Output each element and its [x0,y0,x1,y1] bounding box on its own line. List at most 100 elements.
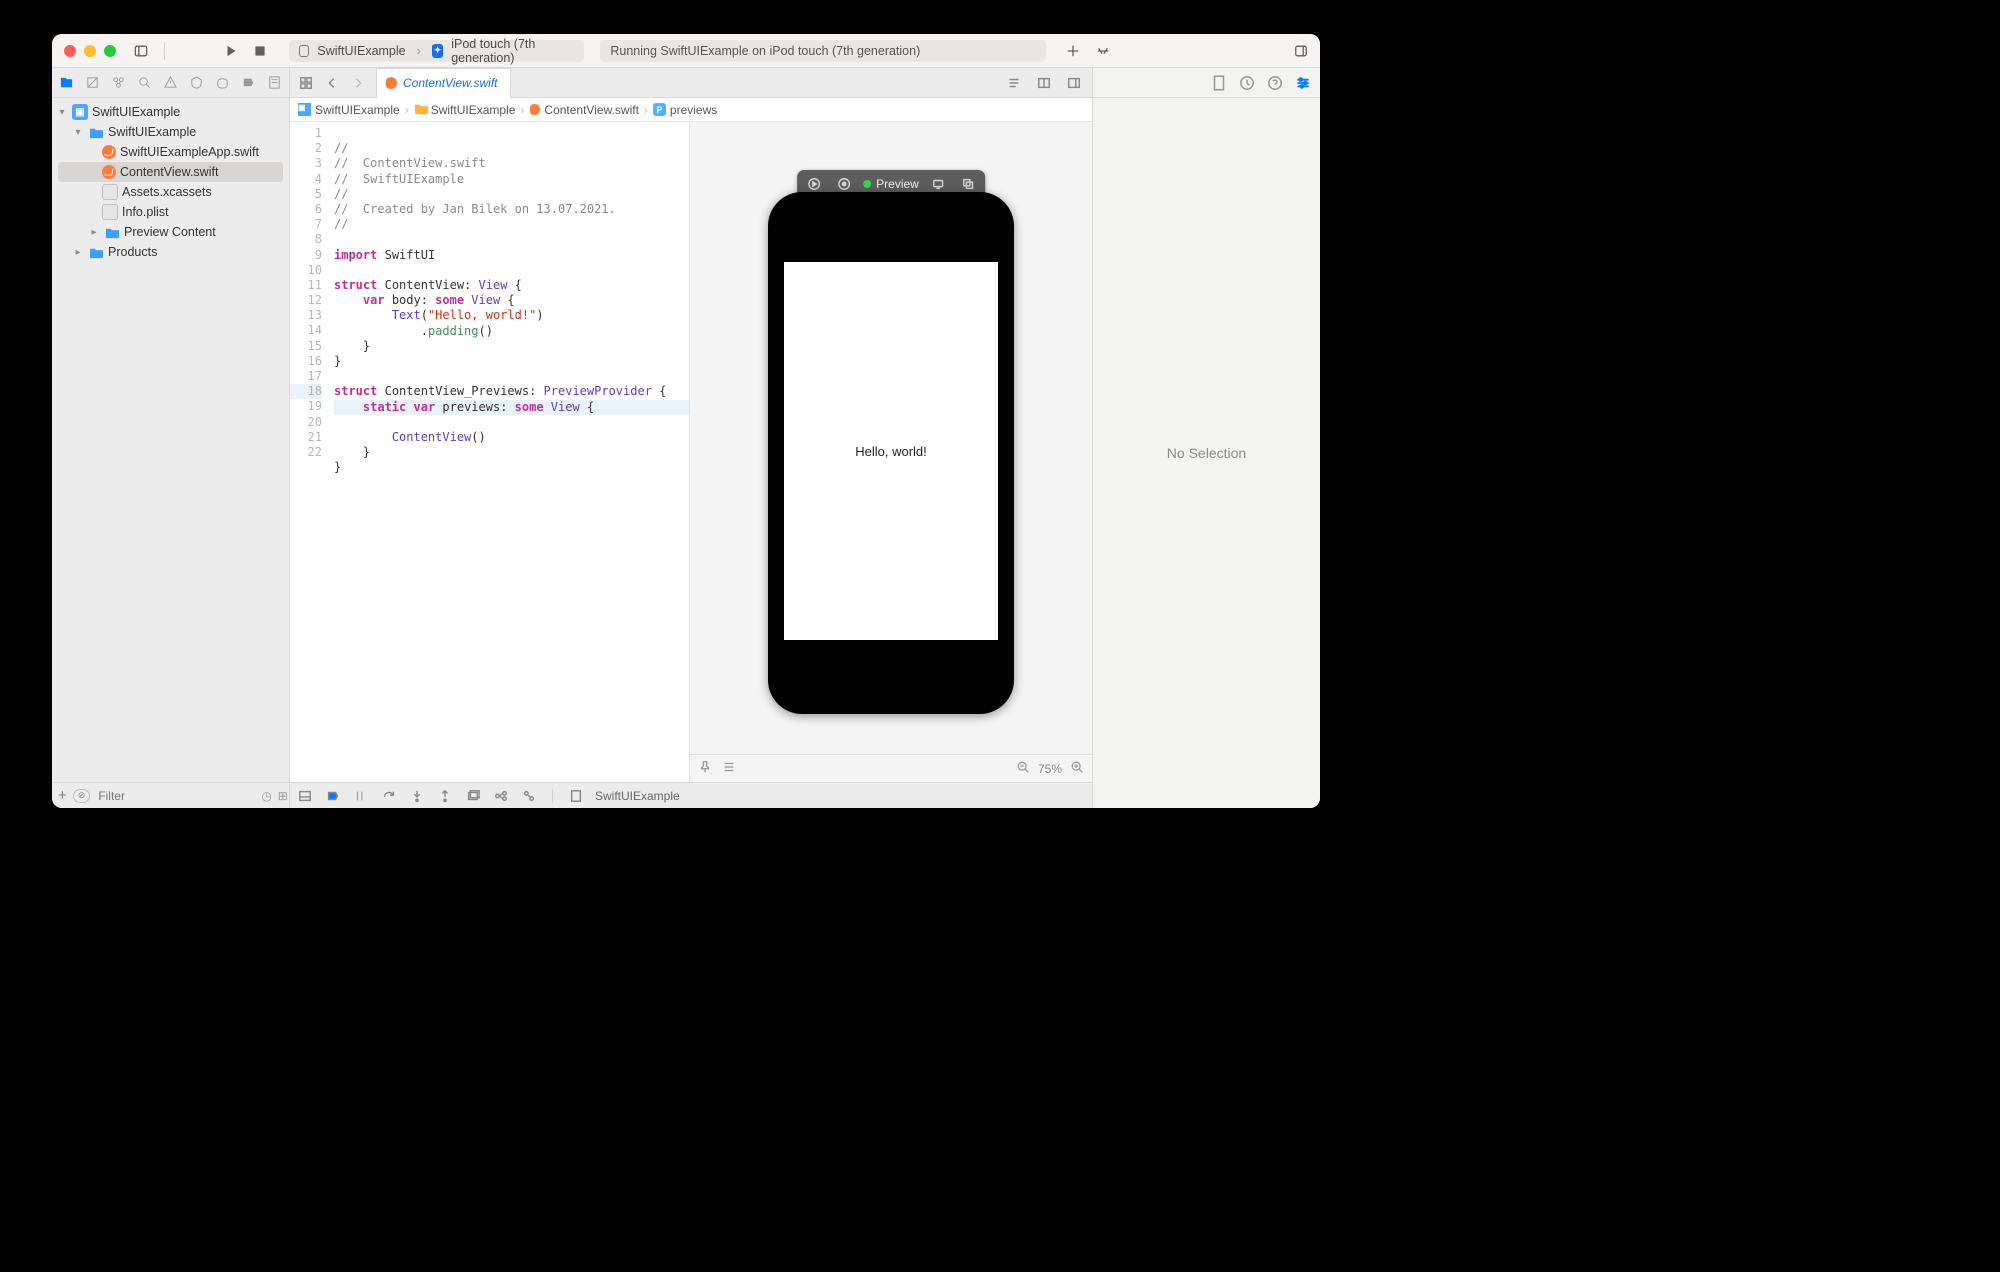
zoom-in-icon[interactable] [1070,760,1084,777]
center-column: ContentView.swift ▣SwiftUIExample › Swif… [290,68,1092,808]
editor-area: ContentView.swift ▣SwiftUIExample › Swif… [290,68,1092,782]
file-inspector-tab[interactable] [1210,74,1228,92]
debug-bar: SwiftUIExample [290,782,1092,808]
step-into-icon[interactable] [408,787,426,805]
nav-forward-icon[interactable] [346,71,370,95]
file-row-assets[interactable]: Assets.xcassets [52,182,289,202]
stop-button[interactable] [250,39,272,63]
code-review-icon[interactable] [1092,39,1114,63]
source-control-navigator-tab[interactable] [84,74,102,92]
workspace-body: ▾▣ SwiftUIExample ▾ SwiftUIExample Swift… [52,68,1320,808]
xcode-window: SwiftUIExample › ✦ iPod touch (7th gener… [52,34,1320,808]
canvas-viewport[interactable]: Preview Hello, world! [690,122,1092,754]
device-icon: ✦ [432,44,443,58]
preview-canvas: Preview Hello, world! [690,122,1092,782]
filter-scope-toggle[interactable]: ⊘ [73,789,91,803]
scheme-name: SwiftUIExample [317,44,405,58]
swift-file-icon [529,104,540,115]
navigator-tabs [52,68,289,98]
canvas-footer: 75% [690,754,1092,782]
chevron-right-icon: › [417,44,421,58]
help-inspector-tab[interactable] [1266,74,1284,92]
find-navigator-tab[interactable] [136,74,154,92]
navigator-panel: ▾▣ SwiftUIExample ▾ SwiftUIExample Swift… [52,68,290,808]
add-button[interactable] [1062,39,1084,63]
symbol-navigator-tab[interactable] [110,74,128,92]
device-screen[interactable]: Hello, world! [784,262,998,640]
editor-tabbar: ContentView.swift [290,68,1092,98]
file-tree[interactable]: ▾▣ SwiftUIExample ▾ SwiftUIExample Swift… [52,98,289,782]
zoom-out-icon[interactable] [1016,760,1030,777]
group-row[interactable]: ▾ SwiftUIExample [52,122,289,142]
swift-file-icon [102,145,116,159]
file-row-plist[interactable]: Info.plist [52,202,289,222]
no-selection-label: No Selection [1167,445,1246,461]
preview-status: Preview [863,177,919,191]
toggle-navigator-icon[interactable] [130,39,152,63]
nav-back-icon[interactable] [320,71,344,95]
related-items-icon[interactable] [294,71,318,95]
attributes-inspector-tab[interactable] [1294,74,1312,92]
step-out-icon[interactable] [436,787,454,805]
file-row-contentview[interactable]: ContentView.swift [58,162,283,182]
jump-bar[interactable]: ▣SwiftUIExample › SwiftUIExample › Conte… [290,98,1092,122]
separator [164,42,165,60]
editor-tab[interactable]: ContentView.swift [376,68,511,98]
project-row[interactable]: ▾▣ SwiftUIExample [52,102,289,122]
run-button[interactable] [220,39,242,63]
group-products[interactable]: ▸ Products [52,242,289,262]
pin-preview-icon[interactable] [698,760,712,777]
view-debug-icon[interactable] [464,787,482,805]
preview-text: Hello, world! [855,444,927,459]
continue-icon[interactable] [352,787,370,805]
minimap-icon[interactable] [1002,71,1026,95]
group-name: SwiftUIExample [108,125,196,139]
group-preview-content[interactable]: ▸ Preview Content [52,222,289,242]
activity-status[interactable]: Running SwiftUIExample on iPod touch (7t… [600,40,1046,62]
issue-navigator-tab[interactable] [162,74,180,92]
project-navigator-tab[interactable] [58,74,76,92]
environment-override-icon[interactable] [520,787,538,805]
debug-process-icon[interactable] [567,787,585,805]
destination-name: iPod touch (7th generation) [451,37,574,65]
inspector-tabs [1093,68,1320,98]
source-text[interactable]: // // ContentView.swift // SwiftUIExampl… [330,122,689,782]
scm-filter-icon[interactable]: ⊞ [278,789,288,803]
plist-icon [102,204,118,220]
filter-input[interactable] [96,788,255,804]
navigator-footer: + ⊘ ◷ ⊞ [52,782,289,808]
report-navigator-tab[interactable] [265,74,283,92]
hide-debug-icon[interactable] [296,787,314,805]
inspector-body: No Selection [1093,98,1320,808]
adjust-editor-icon[interactable] [1032,71,1056,95]
scheme-selector[interactable]: SwiftUIExample › ✦ iPod touch (7th gener… [289,40,584,62]
tab-filename: ContentView.swift [403,76,498,90]
file-row-app[interactable]: SwiftUIExampleApp.swift [52,142,289,162]
debug-navigator-tab[interactable] [213,74,231,92]
add-editor-icon[interactable] [1062,71,1086,95]
preview-list-icon[interactable] [722,760,736,777]
history-inspector-tab[interactable] [1238,74,1256,92]
library-icon[interactable] [1291,39,1313,63]
memory-graph-icon[interactable] [492,787,510,805]
add-file-icon[interactable]: + [58,787,67,804]
titlebar: SwiftUIExample › ✦ iPod touch (7th gener… [52,34,1320,68]
close-window[interactable] [64,45,76,57]
breakpoint-navigator-tab[interactable] [239,74,257,92]
device-frame: Hello, world! [768,192,1014,714]
recent-files-icon[interactable]: ◷ [261,789,271,803]
code-editor[interactable]: 12345678910111213141516171819202122 // /… [290,122,690,782]
editor-split: 12345678910111213141516171819202122 // /… [290,122,1092,782]
status-text: Running SwiftUIExample on iPod touch (7t… [610,44,920,58]
test-navigator-tab[interactable] [187,74,205,92]
minimize-window[interactable] [84,45,96,57]
zoom-window[interactable] [104,45,116,57]
breakpoints-toggle[interactable] [324,787,342,805]
line-gutter: 12345678910111213141516171819202122 [290,122,330,782]
zoom-label[interactable]: 75% [1038,762,1062,776]
debug-target-name[interactable]: SwiftUIExample [595,789,680,803]
live-status-dot [863,180,871,188]
swift-file-icon [385,77,397,89]
inspector-panel: No Selection [1092,68,1320,808]
step-over-icon[interactable] [380,787,398,805]
